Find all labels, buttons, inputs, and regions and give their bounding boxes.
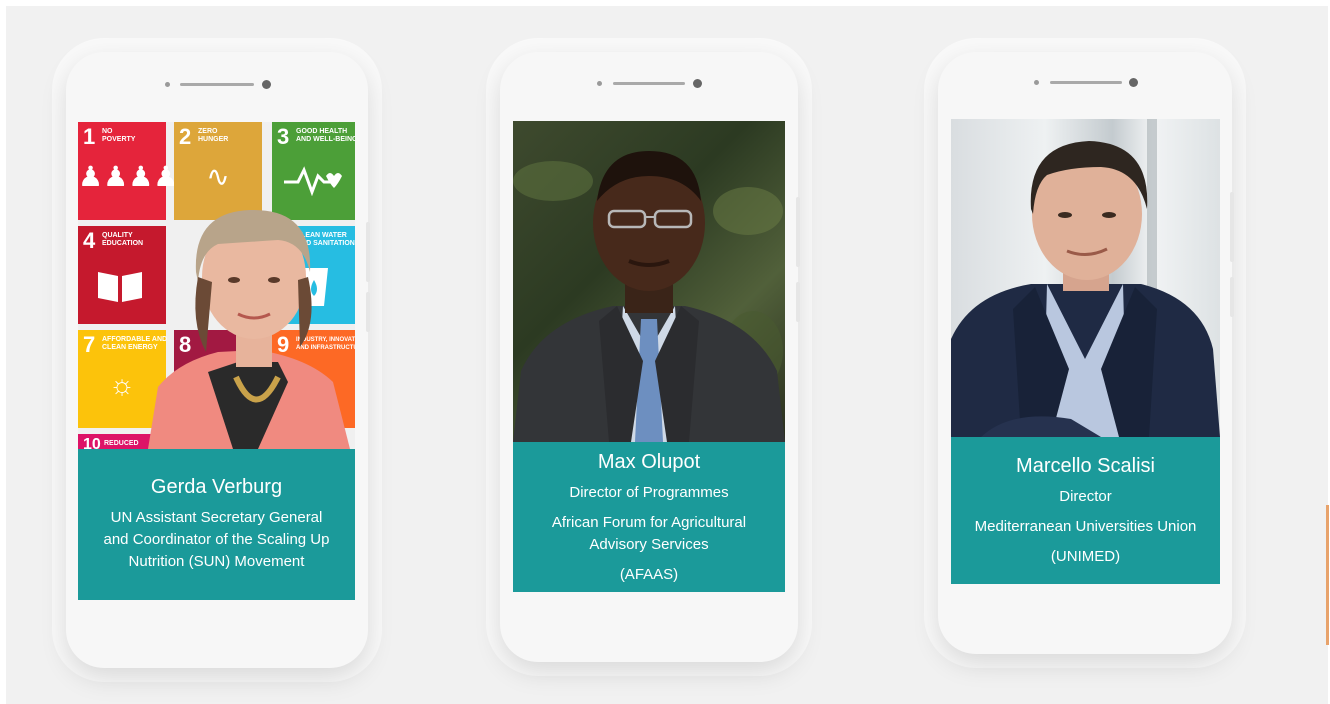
phone-screen: Max Olupot Director of Programmes Africa… xyxy=(513,121,785,592)
person-title-line: UN Assistant Secretary General xyxy=(110,509,323,526)
edge-accent xyxy=(1326,505,1329,645)
person-name: Marcello Scalisi xyxy=(1016,455,1155,477)
profile-photo xyxy=(513,121,785,442)
profile-photo xyxy=(951,119,1220,437)
sensor-dot xyxy=(1034,80,1039,85)
camera-dot xyxy=(693,79,702,88)
person-portrait xyxy=(148,209,350,449)
profile-photo: 1 NO POVERTY ♟♟♟♟ 2 ZERO HUNGER ∿ 3 GOOD… xyxy=(78,122,355,449)
person-org-acronym: (UNIMED) xyxy=(1050,548,1121,565)
person-title-line: Director of Programmes xyxy=(569,484,729,501)
sensor-dot xyxy=(165,82,170,87)
phone-card-3: Marcello Scalisi Director Mediterranean … xyxy=(938,52,1234,654)
phone-card-1: 1 NO POVERTY ♟♟♟♟ 2 ZERO HUNGER ∿ 3 GOOD… xyxy=(66,52,370,668)
speaker-grille xyxy=(1050,81,1122,84)
phone-screen: 1 NO POVERTY ♟♟♟♟ 2 ZERO HUNGER ∿ 3 GOOD… xyxy=(78,122,355,600)
person-org-line: African Forum for Agricultural xyxy=(551,514,747,531)
speaker-grille xyxy=(180,83,254,86)
phone-screen: Marcello Scalisi Director Mediterranean … xyxy=(951,119,1220,584)
person-org-acronym: (AFAAS) xyxy=(619,566,679,583)
person-org-line: Advisory Services xyxy=(589,536,709,553)
person-title-line: and Coordinator of the Scaling Up xyxy=(103,531,330,548)
person-title-line: Director xyxy=(1059,488,1112,505)
person-title-line: Nutrition (SUN) Movement xyxy=(128,553,305,570)
person-portrait xyxy=(951,119,1220,437)
profile-caption: Gerda Verburg UN Assistant Secretary Gen… xyxy=(78,449,355,600)
speaker-grille xyxy=(613,82,685,85)
person-portrait xyxy=(513,151,785,442)
profile-caption: Marcello Scalisi Director Mediterranean … xyxy=(951,437,1220,584)
person-org-line: Mediterranean Universities Union xyxy=(974,518,1197,535)
phone-card-2: Max Olupot Director of Programmes Africa… xyxy=(500,52,800,662)
sensor-dot xyxy=(597,81,602,86)
profile-caption: Max Olupot Director of Programmes Africa… xyxy=(513,442,785,592)
camera-dot xyxy=(1129,78,1138,87)
camera-dot xyxy=(262,80,271,89)
person-name: Gerda Verburg xyxy=(150,476,283,498)
person-name: Max Olupot xyxy=(597,451,701,473)
